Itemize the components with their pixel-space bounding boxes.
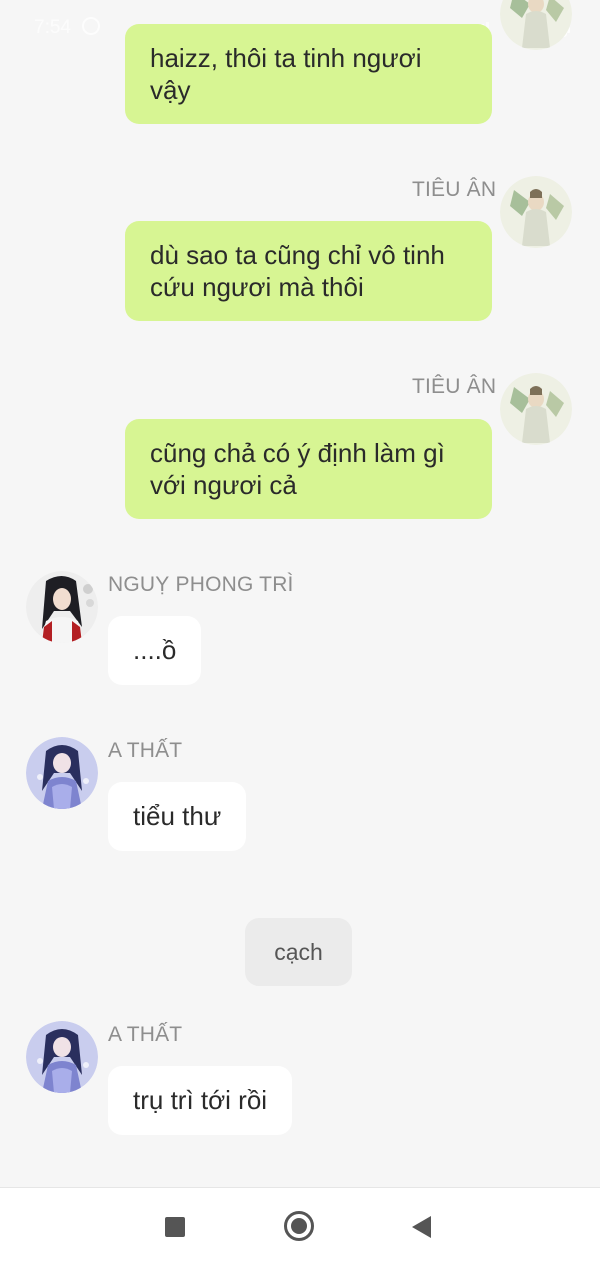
avatar-a-that-image xyxy=(26,1021,98,1093)
avatar-nguy-phong-tri[interactable] xyxy=(26,571,98,643)
status-time: 7:54 xyxy=(34,17,71,38)
sender-name: NGUỴ PHONG TRÌ xyxy=(108,573,294,596)
message-text-line: haizz, thôi ta tinh ngươi xyxy=(150,43,422,73)
sender-name: A THẤT xyxy=(108,739,183,762)
message-bubble-1[interactable]: haizz, thôi ta tinh ngươi vậy xyxy=(125,24,492,124)
message-bubble-3[interactable]: cũng chả có ý định làm gì với ngươi cả xyxy=(125,419,492,519)
message-bubble-4[interactable]: ....ồ xyxy=(108,616,202,685)
message-text-line: cứu ngươi mà thôi xyxy=(150,272,364,302)
avatar-a-that[interactable] xyxy=(26,1021,98,1093)
avatar-tieu-an[interactable] xyxy=(500,373,572,445)
home-icon[interactable] xyxy=(284,1211,314,1241)
avatar-nguy-phong-tri-image xyxy=(26,571,98,643)
avatar-a-that-image xyxy=(26,737,98,809)
avatar-tieu-an-image xyxy=(500,176,572,248)
sender-name: A THẤT xyxy=(108,1023,183,1046)
message-text-line: cũng chả có ý định làm gì xyxy=(150,438,445,468)
message-text-line: vậy xyxy=(150,75,191,105)
recent-apps-icon[interactable] xyxy=(165,1217,185,1237)
message-text-line: dù sao ta cũng chỉ vô tinh xyxy=(150,240,445,270)
back-icon[interactable] xyxy=(412,1216,431,1238)
message-bubble-2[interactable]: dù sao ta cũng chỉ vô tinh cứu ngươi mà … xyxy=(125,221,492,321)
avatar-a-that[interactable] xyxy=(26,737,98,809)
message-text-line: với ngươi cả xyxy=(150,470,297,500)
message-bubble-7[interactable]: trụ trì tới rồi xyxy=(108,1066,293,1135)
sound-effect-bubble[interactable]: cạch xyxy=(245,918,352,986)
sender-name: TIÊU ÂN xyxy=(412,178,497,201)
message-bubble-5[interactable]: tiểu thư xyxy=(108,782,247,851)
avatar-tieu-an[interactable] xyxy=(500,176,572,248)
avatar-tieu-an-image xyxy=(500,373,572,445)
notification-icon xyxy=(82,17,100,35)
sender-name: TIÊU ÂN xyxy=(412,375,497,398)
